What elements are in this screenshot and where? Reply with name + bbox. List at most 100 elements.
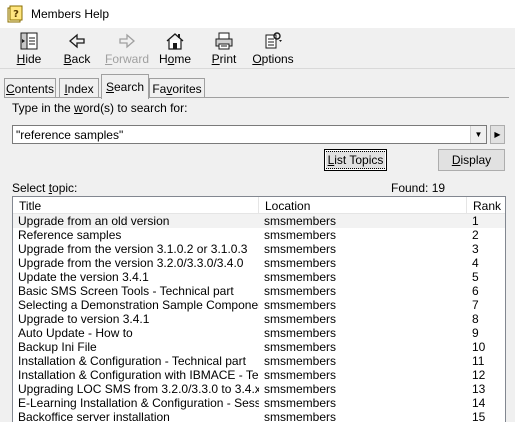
row-title-cell: Backup Ini File [18, 340, 97, 354]
tab-favorites[interactable]: Favorites [149, 78, 205, 98]
row-rank-cell: 6 [472, 284, 479, 298]
row-title-cell: Upgrade from an old version [18, 214, 170, 228]
printer-icon [215, 32, 233, 50]
search-input[interactable]: "reference samples" ▼ [12, 125, 487, 144]
hide-icon [20, 32, 38, 50]
chevron-down-icon[interactable]: ▼ [470, 126, 486, 143]
home-button[interactable]: Home [158, 30, 192, 66]
row-location-cell: smsmembers [264, 298, 337, 312]
row-title-cell: Installation & Configuration with IBMACE… [18, 368, 259, 382]
toolbar-divider [0, 68, 515, 69]
table-row[interactable]: Installation & Configuration with IBMACE… [13, 368, 505, 382]
table-row[interactable]: E-Learning Installation & Configuration … [13, 396, 505, 410]
tab-contents[interactable]: Contents [4, 78, 56, 98]
row-title-cell: Upgrading LOC SMS from 3.2.0/3.3.0 to 3.… [18, 382, 259, 396]
table-row[interactable]: Upgrading LOC SMS from 3.2.0/3.3.0 to 3.… [13, 382, 505, 396]
row-title-cell: Auto Update - How to [18, 326, 133, 340]
column-header-rank[interactable]: Rank [467, 197, 505, 214]
table-row[interactable]: Backoffice server installation smsmembers… [13, 410, 505, 422]
search-query-text[interactable]: "reference samples" [13, 128, 470, 142]
row-rank-cell: 14 [472, 396, 486, 410]
found-count: Found: 19 [391, 181, 446, 195]
row-title-cell: E-Learning Installation & Configuration … [18, 396, 259, 410]
back-arrow-icon [69, 33, 85, 49]
table-row[interactable]: Upgrade to version 3.4.1 smsmembers 8 [13, 312, 505, 326]
row-title-cell: Upgrade from the version 3.1.0.2 or 3.1.… [18, 242, 248, 256]
row-rank-cell: 5 [472, 270, 479, 284]
row-title-cell: Upgrade to version 3.4.1 [18, 312, 150, 326]
table-row[interactable]: Backup Ini File smsmembers 10 [13, 340, 505, 354]
table-row[interactable]: Reference samples smsmembers 2 [13, 228, 505, 242]
row-title-cell: Update the version 3.4.1 [18, 270, 149, 284]
hide-button[interactable]: Hide [16, 30, 42, 66]
add-criteria-arrow-button[interactable]: ▶ [490, 125, 505, 144]
print-label: Print [211, 52, 237, 66]
select-topic-label: Select topic: [12, 181, 78, 195]
row-rank-cell: 3 [472, 242, 479, 256]
help-app-icon: ? [7, 5, 23, 23]
hide-label: Hide [16, 52, 42, 66]
row-location-cell: smsmembers [264, 242, 337, 256]
tab-index-label: Index [64, 81, 94, 96]
table-row[interactable]: Selecting a Demonstration Sample Compone… [13, 298, 505, 312]
forward-button[interactable]: Forward [104, 30, 150, 66]
table-row[interactable]: Upgrade from an old version smsmembers 1 [13, 214, 505, 228]
back-button[interactable]: Back [63, 30, 91, 66]
title-bar: ? Members Help [0, 0, 515, 28]
tab-panel-border [4, 97, 509, 98]
row-rank-cell: 13 [472, 382, 486, 396]
row-title-cell: Basic SMS Screen Tools - Technical part [18, 284, 234, 298]
tab-search-label: Search [105, 80, 145, 94]
column-header-title[interactable]: Title [13, 197, 259, 214]
row-location-cell: smsmembers [264, 410, 337, 422]
row-rank-cell: 12 [472, 368, 486, 382]
list-topics-button[interactable]: List Topics [323, 149, 388, 171]
row-rank-cell: 9 [472, 326, 479, 340]
row-location-cell: smsmembers [264, 368, 337, 382]
row-rank-cell: 7 [472, 298, 479, 312]
results-rows: Upgrade from an old version smsmembers 1 Re… [13, 214, 505, 422]
row-location-cell: smsmembers [264, 214, 337, 228]
row-title-cell: Installation & Configuration - Technical… [18, 354, 246, 368]
home-icon [166, 33, 184, 50]
row-rank-cell: 8 [472, 312, 479, 326]
row-location-cell: smsmembers [264, 382, 337, 396]
table-row[interactable]: Installation & Configuration - Technical… [13, 354, 505, 368]
row-rank-cell: 1 [472, 214, 479, 228]
row-rank-cell: 11 [472, 354, 485, 368]
row-location-cell: smsmembers [264, 396, 337, 410]
row-rank-cell: 10 [472, 340, 486, 354]
table-row[interactable]: Upgrade from the version 3.1.0.2 or 3.1.… [13, 242, 505, 256]
row-rank-cell: 4 [472, 256, 479, 270]
search-prompt-label: Type in the word(s) to search for: [12, 101, 188, 115]
row-title-cell: Selecting a Demonstration Sample Compone… [18, 298, 259, 312]
tab-favorites-label: Favorites [152, 81, 202, 96]
forward-arrow-icon [119, 33, 135, 49]
list-topics-label: List Topics [323, 151, 388, 169]
tab-index[interactable]: Index [59, 78, 99, 98]
row-location-cell: smsmembers [264, 256, 337, 270]
display-button[interactable]: Display [438, 149, 505, 171]
row-location-cell: smsmembers [264, 228, 337, 242]
row-location-cell: smsmembers [264, 340, 337, 354]
results-list[interactable]: Title Location Rank Upgrade from an old … [12, 196, 506, 422]
table-row[interactable]: Auto Update - How to smsmembers 9 [13, 326, 505, 340]
column-header-location[interactable]: Location [259, 197, 467, 214]
svg-text:?: ? [13, 9, 19, 20]
forward-label: Forward [104, 52, 150, 66]
tab-search[interactable]: Search [101, 74, 149, 99]
row-location-cell: smsmembers [264, 284, 337, 298]
table-row[interactable]: Upgrade from the version 3.2.0/3.3.0/3.4… [13, 256, 505, 270]
print-button[interactable]: Print [211, 30, 237, 66]
table-row[interactable]: Basic SMS Screen Tools - Technical part s… [13, 284, 505, 298]
list-header: Title Location Rank [13, 197, 505, 214]
row-location-cell: smsmembers [264, 354, 337, 368]
row-rank-cell: 15 [472, 410, 486, 422]
row-rank-cell: 2 [472, 228, 479, 242]
row-location-cell: smsmembers [264, 312, 337, 326]
options-button[interactable]: Options [252, 30, 294, 66]
window-title: Members Help [31, 7, 110, 21]
toolbar: Hide Back Forward Home Print Options [0, 28, 515, 68]
home-label: Home [158, 52, 192, 66]
table-row[interactable]: Update the version 3.4.1 smsmembers 5 [13, 270, 505, 284]
